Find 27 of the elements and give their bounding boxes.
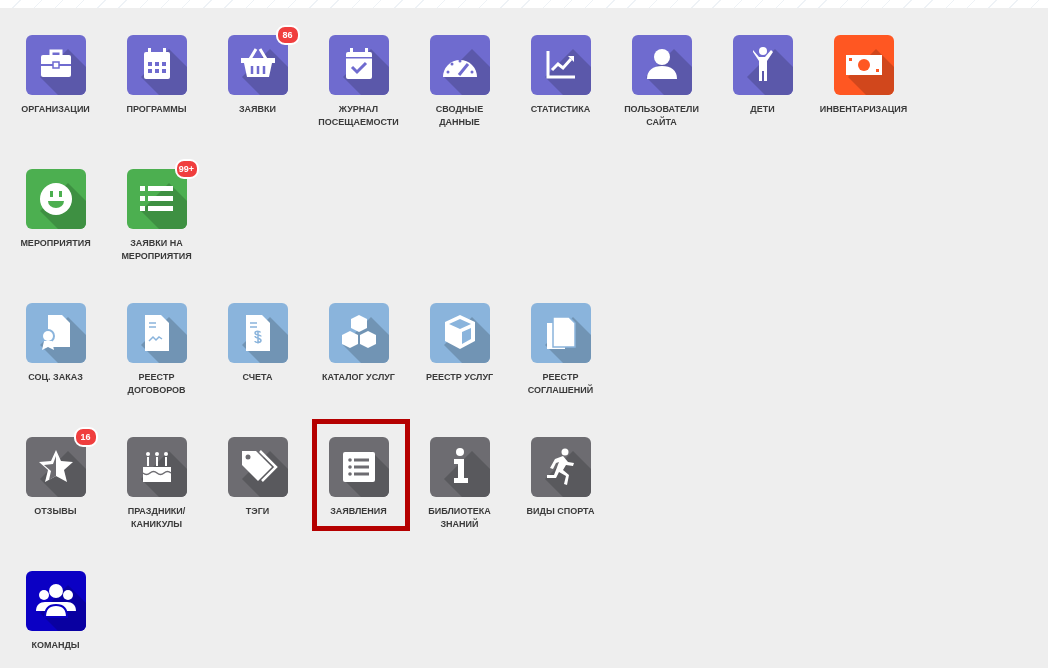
menu-tile[interactable]: ПРОГРАММЫ xyxy=(106,17,207,151)
menu-tile[interactable]: РЕЕСТР УСЛУГ xyxy=(409,285,510,419)
menu-tile[interactable]: СЧЕТА xyxy=(207,285,308,419)
menu-tile[interactable]: СТАТИСТИКА xyxy=(510,17,611,151)
menu-tile[interactable]: ПРАЗДНИКИ/ КАНИКУЛЫ xyxy=(106,419,207,553)
menu-tile[interactable]: КАТАЛОГ УСЛУГ xyxy=(308,285,409,419)
menu-tile[interactable]: ЖУРНАЛ ПОСЕЩАЕМОСТИ xyxy=(308,17,409,151)
menu-tile[interactable]: ЗАЯВЛЕНИЯ xyxy=(308,419,409,553)
menu-tile[interactable]: ВИДЫ СПОРТА xyxy=(510,419,611,553)
menu-tile[interactable]: КОМАНДЫ xyxy=(5,553,106,668)
menu-tile[interactable]: РЕЕСТР ДОГОВОРОВ xyxy=(106,285,207,419)
menu-tile[interactable]: МЕРОПРИЯТИЯ xyxy=(5,151,106,285)
menu-tile[interactable]: ОРГАНИЗАЦИИ xyxy=(5,17,106,151)
count-badge: 99+ xyxy=(174,159,199,179)
menu-tile[interactable]: ДЕТИ xyxy=(712,17,813,151)
count-badge: 86 xyxy=(275,25,300,45)
count-badge: 16 xyxy=(73,427,98,447)
menu-tile[interactable]: ИНВЕНТАРИЗАЦИЯ xyxy=(813,17,914,151)
menu-tile[interactable]: 99+ ЗАЯВКИ НА МЕРОПРИЯТИЯ xyxy=(106,151,207,285)
menu-tile[interactable]: 16 ОТЗЫВЫ xyxy=(5,419,106,553)
menu-tile[interactable]: БИБЛИОТЕКА ЗНАНИЙ xyxy=(409,419,510,553)
menu-tile[interactable]: ТЭГИ xyxy=(207,419,308,553)
menu-tile[interactable]: СОЦ. ЗАКАЗ xyxy=(5,285,106,419)
menu-tile[interactable]: РЕЕСТР СОГЛАШЕНИЙ xyxy=(510,285,611,419)
menu-tile[interactable]: ПОЛЬЗОВАТЕЛИ САЙТА xyxy=(611,17,712,151)
menu-tile[interactable]: СВОДНЫЕ ДАННЫЕ xyxy=(409,17,510,151)
menu-tile[interactable]: 86 ЗАЯВКИ xyxy=(207,17,308,151)
